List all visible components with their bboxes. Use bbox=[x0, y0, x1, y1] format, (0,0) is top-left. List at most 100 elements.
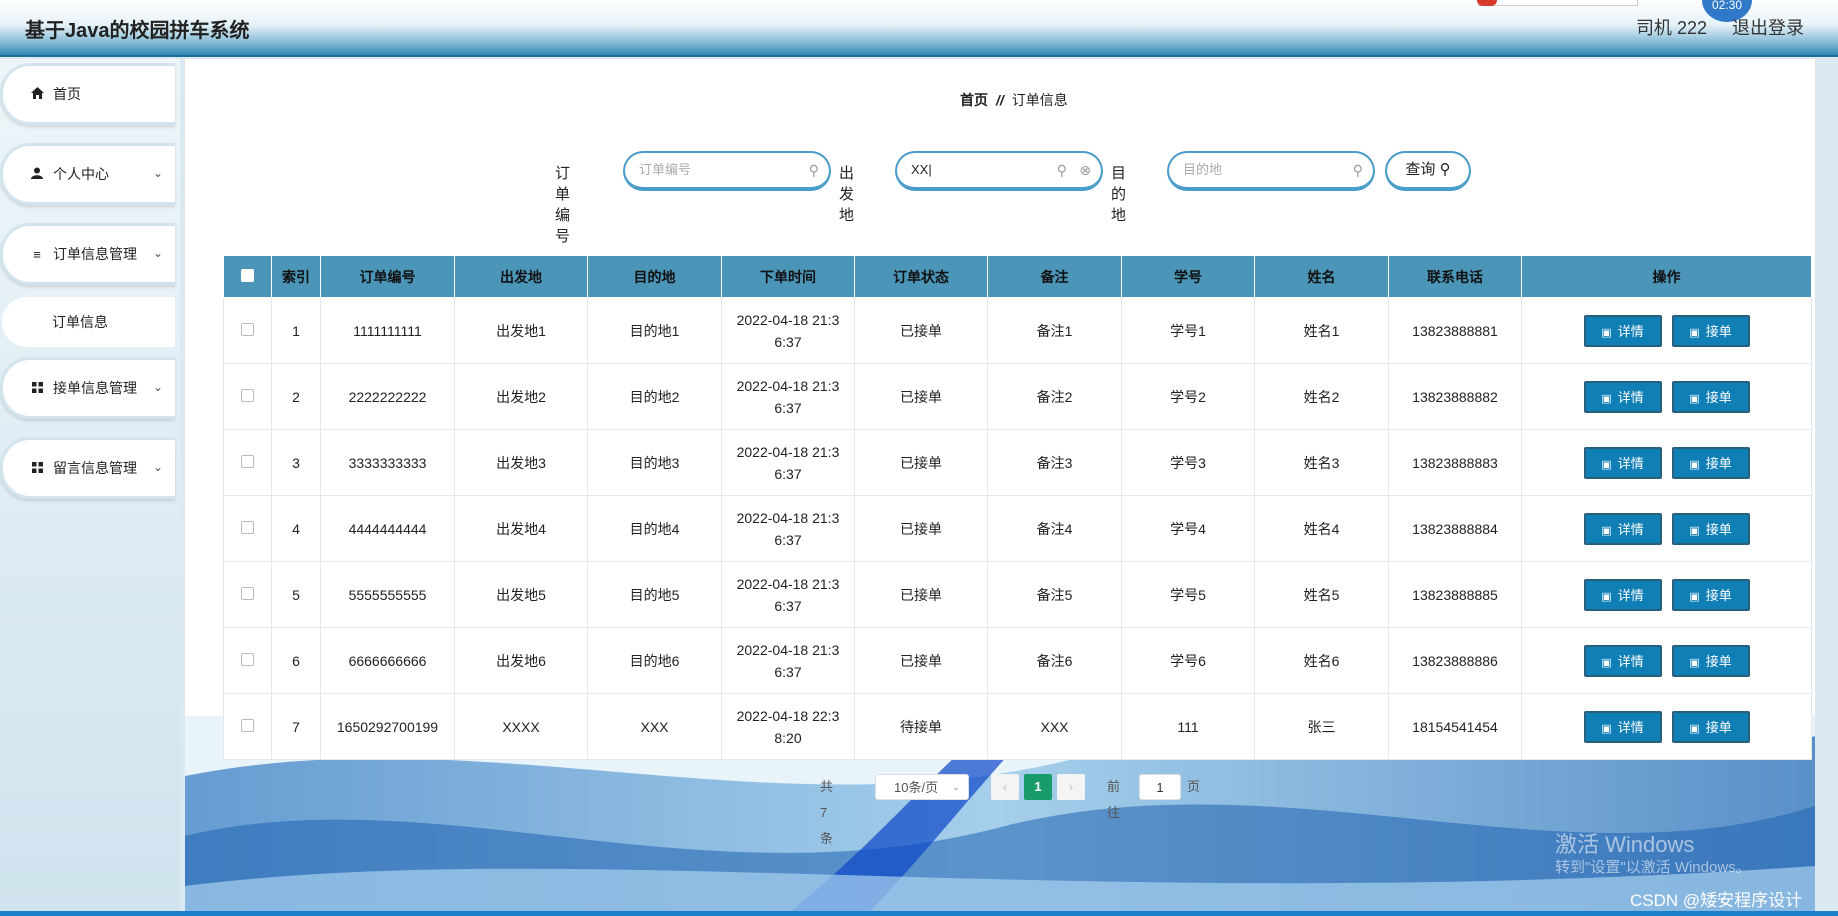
sidebar-item-personal-center[interactable]: 个人中心 ⌄ bbox=[0, 143, 175, 205]
accept-button[interactable]: ▣ 接单 bbox=[1671, 446, 1750, 479]
actions-cell: ▣ 详情 ▣ 接单 bbox=[1521, 693, 1812, 760]
document-icon: ▣ bbox=[1689, 392, 1700, 405]
accept-button-label: 接单 bbox=[1705, 521, 1732, 537]
goto-page-input[interactable]: 1 bbox=[1139, 774, 1181, 800]
destination-cell: 目的地6 bbox=[587, 627, 722, 694]
accept-button-label: 接单 bbox=[1705, 389, 1732, 405]
row-checkbox[interactable] bbox=[241, 718, 254, 732]
order-no-cell: 6666666666 bbox=[320, 627, 455, 694]
phone-cell: 13823888882 bbox=[1388, 363, 1522, 430]
logout-link[interactable]: 退出登录 bbox=[1732, 18, 1804, 38]
query-button[interactable]: 查询 ⚲ bbox=[1385, 151, 1471, 191]
destination-cell: 目的地3 bbox=[587, 429, 722, 496]
accept-button[interactable]: ▣ 接单 bbox=[1671, 512, 1750, 545]
accept-button[interactable]: ▣ 接单 bbox=[1671, 380, 1750, 413]
sidebar-item-order-management[interactable]: ≡ 订单信息管理 ⌄ bbox=[0, 223, 175, 285]
destination-cell: XXX bbox=[587, 693, 722, 760]
order-no-value: 5555555555 bbox=[348, 586, 427, 603]
main-content: 首页 // 订单信息 订单编号 订单编号 ⚲ 出发地 XX| ⚲ ⊗ 目的地 目的地… bbox=[185, 59, 1815, 916]
page-number-current[interactable]: 1 bbox=[1024, 774, 1052, 800]
row-checkbox[interactable] bbox=[241, 652, 254, 666]
chevron-down-icon: ⌄ bbox=[152, 246, 163, 260]
index-cell: 2 bbox=[271, 363, 321, 430]
detail-button-label: 详情 bbox=[1617, 323, 1644, 339]
row-checkbox[interactable] bbox=[241, 586, 254, 600]
order-time-cell: 2022-04-18 22:3 8:20 bbox=[721, 693, 855, 760]
remark-cell: 备注1 bbox=[987, 297, 1122, 364]
select-all-checkbox[interactable] bbox=[241, 268, 254, 282]
remark-cell: 备注3 bbox=[987, 429, 1122, 496]
detail-button[interactable]: ▣ 详情 bbox=[1583, 380, 1662, 413]
clear-icon[interactable]: ⊗ bbox=[1079, 153, 1091, 187]
index-value: 6 bbox=[292, 652, 300, 669]
current-user: 司机 222 bbox=[1635, 18, 1707, 38]
order-no-input[interactable]: 订单编号 ⚲ bbox=[623, 151, 831, 191]
detail-button[interactable]: ▣ 详情 bbox=[1583, 314, 1662, 347]
row-checkbox[interactable] bbox=[241, 388, 254, 402]
status-value: 已接单 bbox=[900, 586, 942, 603]
sidebar-item-home[interactable]: 首页 bbox=[0, 63, 175, 125]
user-icon bbox=[29, 167, 45, 182]
name-value: 姓名1 bbox=[1303, 322, 1340, 339]
detail-button[interactable]: ▣ 详情 bbox=[1583, 578, 1662, 611]
order-time-cell: 2022-04-18 21:3 6:37 bbox=[721, 297, 855, 364]
phone-value: 13823888884 bbox=[1412, 520, 1498, 537]
accept-button[interactable]: ▣ 接单 bbox=[1671, 314, 1750, 347]
page-size-select[interactable]: 10条/页 ⌄ bbox=[875, 774, 969, 800]
order-time-cell: 2022-04-18 21:3 6:37 bbox=[721, 429, 855, 496]
name-cell: 姓名3 bbox=[1254, 429, 1389, 496]
destination-value: 目的地4 bbox=[629, 520, 680, 537]
student-id-value: 111 bbox=[1177, 718, 1199, 735]
accept-button[interactable]: ▣ 接单 bbox=[1671, 644, 1750, 677]
sidebar-item-accept-management[interactable]: 接单信息管理 ⌄ bbox=[0, 357, 175, 419]
search-icon: ⚲ bbox=[808, 162, 819, 178]
origin-cell: 出发地4 bbox=[454, 495, 588, 562]
sidebar-item-label: 个人中心 bbox=[53, 166, 109, 182]
remark-cell: 备注4 bbox=[987, 495, 1122, 562]
student-id-value: 学号2 bbox=[1170, 388, 1206, 405]
remark-cell: 备注5 bbox=[987, 561, 1122, 628]
phone-value: 13823888881 bbox=[1412, 322, 1498, 339]
order-time-line1: 2022-04-18 21:3 bbox=[736, 641, 840, 658]
sidebar-item-message-management[interactable]: 留言信息管理 ⌄ bbox=[0, 437, 175, 499]
document-icon: ▣ bbox=[1601, 722, 1612, 735]
student-id-value: 学号6 bbox=[1170, 652, 1206, 669]
table-row: 6 6666666666 出发地6 目的地6 2022-04-18 21:3 6:37 已接… bbox=[223, 627, 1812, 694]
destination-input[interactable]: 目的地 ⚲ bbox=[1167, 151, 1375, 191]
detail-button-label: 详情 bbox=[1617, 521, 1644, 537]
prev-page-button[interactable]: ‹ bbox=[991, 774, 1019, 800]
origin-cell: 出发地2 bbox=[454, 363, 588, 430]
document-icon: ▣ bbox=[1689, 524, 1700, 537]
accept-button[interactable]: ▣ 接单 bbox=[1671, 710, 1750, 743]
row-checkbox[interactable] bbox=[241, 520, 254, 534]
index-value: 4 bbox=[292, 520, 300, 537]
origin-value: 出发地6 bbox=[496, 652, 546, 669]
breadcrumb-home[interactable]: 首页 bbox=[960, 92, 988, 108]
window-tab-strip bbox=[1477, 0, 1638, 6]
actions-cell: ▣ 详情 ▣ 接单 bbox=[1521, 429, 1812, 496]
detail-button[interactable]: ▣ 详情 bbox=[1583, 512, 1662, 545]
search-icon: ⚲ bbox=[1439, 161, 1451, 178]
order-no-value: 6666666666 bbox=[348, 652, 427, 669]
document-icon: ▣ bbox=[1601, 392, 1612, 405]
row-checkbox[interactable] bbox=[241, 454, 254, 468]
row-select-cell bbox=[223, 627, 272, 694]
detail-button[interactable]: ▣ 详情 bbox=[1583, 710, 1662, 743]
origin-label: 出发地 bbox=[839, 165, 855, 224]
origin-input[interactable]: XX| ⚲ ⊗ bbox=[895, 151, 1103, 191]
grid-icon bbox=[29, 381, 45, 396]
row-checkbox[interactable] bbox=[241, 322, 254, 336]
destination-placeholder: 目的地 bbox=[1183, 162, 1223, 177]
next-page-button[interactable]: › bbox=[1057, 774, 1085, 800]
sidebar-subitem-order-info[interactable]: 订单信息 bbox=[2, 297, 175, 347]
name-cell: 姓名6 bbox=[1254, 627, 1389, 694]
status-cell: 已接单 bbox=[854, 495, 988, 562]
status-value: 已接单 bbox=[900, 454, 942, 471]
student-id-value: 学号4 bbox=[1170, 520, 1206, 537]
detail-button[interactable]: ▣ 详情 bbox=[1583, 644, 1662, 677]
origin-cell: 出发地1 bbox=[454, 297, 588, 364]
column-header: 联系电话 bbox=[1388, 255, 1522, 298]
accept-button[interactable]: ▣ 接单 bbox=[1671, 578, 1750, 611]
name-cell: 姓名4 bbox=[1254, 495, 1389, 562]
detail-button[interactable]: ▣ 详情 bbox=[1583, 446, 1662, 479]
